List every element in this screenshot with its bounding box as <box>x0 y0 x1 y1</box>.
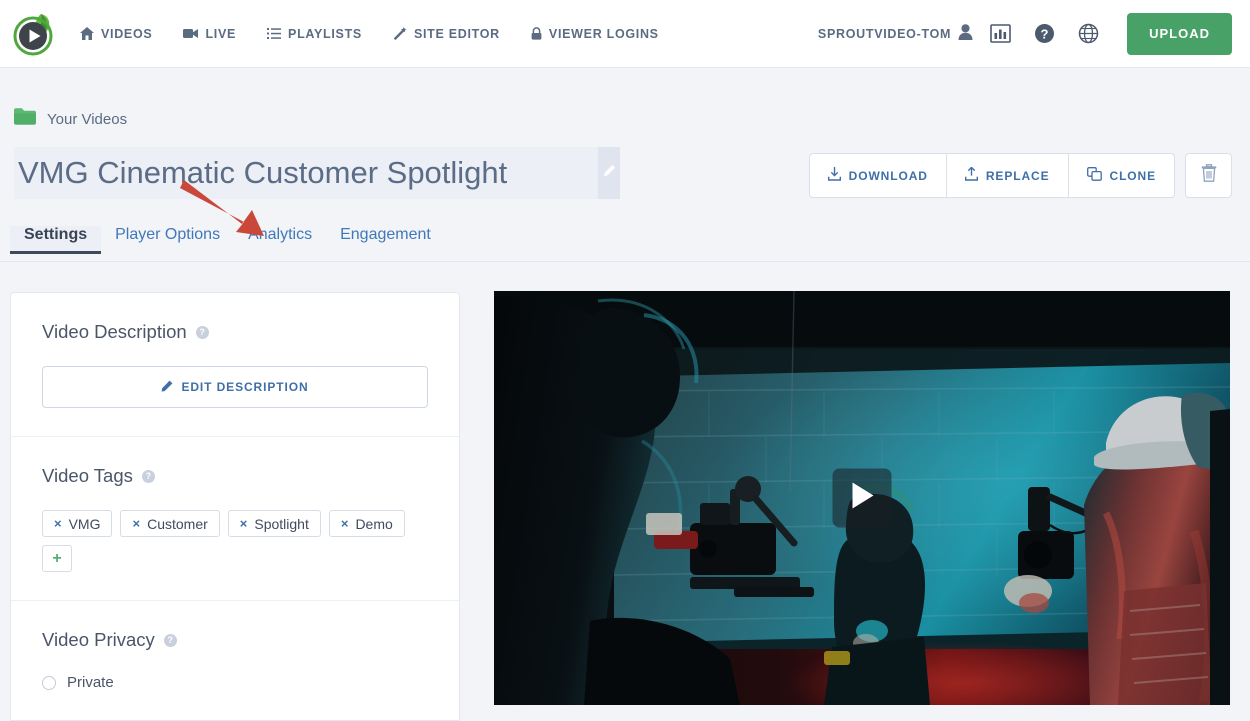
tag-chip[interactable]: × VMG <box>42 510 113 537</box>
nav-item-live-label: Live <box>205 26 237 41</box>
add-tag-button[interactable]: + <box>42 545 72 572</box>
tab-player-options[interactable]: Player Options <box>101 226 234 254</box>
video-tags-title: Video Tags <box>42 465 133 486</box>
video-privacy-title: Video Privacy <box>42 629 155 650</box>
video-description-section: Video Description ? Edit Description <box>11 293 459 437</box>
tab-engagement[interactable]: Engagement <box>326 226 445 254</box>
analytics-bar-chart-icon[interactable] <box>983 17 1017 51</box>
pencil-icon <box>603 164 616 182</box>
remove-tag-icon[interactable]: × <box>341 516 349 531</box>
magic-wand-icon <box>393 27 407 40</box>
title-edit-button[interactable] <box>598 147 620 199</box>
home-icon <box>80 27 94 40</box>
nav-item-site-editor-label: Site Editor <box>413 26 500 41</box>
privacy-option-label: Private <box>67 674 114 691</box>
play-button[interactable] <box>832 468 892 528</box>
radio-button[interactable] <box>42 675 56 690</box>
upload-button[interactable]: Upload <box>1127 12 1232 55</box>
settings-tab-bar: Settings Player Options Analytics Engage… <box>0 226 1250 262</box>
tag-chip[interactable]: × Demo <box>328 510 405 537</box>
video-camera-icon <box>183 28 199 39</box>
replace-button[interactable]: Replace <box>946 153 1069 198</box>
video-tag-list: × VMG × Customer × Spotlight × Demo + <box>42 510 428 572</box>
copy-icon <box>1086 167 1102 184</box>
delete-button[interactable] <box>1185 153 1232 198</box>
nav-item-playlists-label: Playlists <box>288 26 362 41</box>
tag-label: Demo <box>355 515 393 532</box>
play-triangle-icon <box>849 482 875 515</box>
lock-icon <box>531 27 542 40</box>
action-button-group: Download Replace Clone <box>808 153 1175 198</box>
account-menu[interactable]: SPROUTVIDEO-TOM <box>818 24 973 43</box>
clone-button-label: Clone <box>1109 168 1156 183</box>
help-question-icon[interactable]: ? <box>163 633 177 647</box>
video-privacy-section: Video Privacy ? Private <box>11 601 459 719</box>
video-description-header: Video Description ? <box>42 321 428 343</box>
download-arrow-icon <box>827 167 841 184</box>
video-title-field[interactable]: VMG Cinematic Customer Spotlight <box>14 147 598 199</box>
breadcrumb-label: Your Videos <box>47 110 128 128</box>
edit-description-label: Edit Description <box>181 380 309 394</box>
tag-label: Customer <box>147 515 208 532</box>
help-question-icon[interactable]: ? <box>141 469 155 483</box>
nav-item-videos[interactable]: Videos <box>80 27 152 41</box>
globe-icon[interactable] <box>1071 17 1105 51</box>
remove-tag-icon[interactable]: × <box>240 516 248 531</box>
nav-item-playlists[interactable]: Playlists <box>267 27 362 41</box>
list-icon <box>267 28 282 39</box>
trash-icon <box>1201 164 1217 187</box>
upload-arrow-icon <box>964 166 978 184</box>
tag-chip[interactable]: × Customer <box>120 510 220 537</box>
download-button-label: Download <box>848 168 928 183</box>
nav-item-videos-label: Videos <box>101 26 153 41</box>
tag-label: VMG <box>68 515 101 532</box>
video-tags-header: Video Tags ? <box>42 465 428 487</box>
remove-tag-icon[interactable]: × <box>54 516 62 531</box>
svg-text:?: ? <box>1040 26 1048 41</box>
nav-item-live[interactable]: Live <box>183 27 236 41</box>
tag-label: Spotlight <box>254 515 309 532</box>
nav-item-viewer-logins[interactable]: Viewer Logins <box>531 27 659 41</box>
download-button[interactable]: Download <box>808 153 947 198</box>
settings-panel: Video Description ? Edit Description Vid… <box>10 292 460 721</box>
privacy-option-private[interactable]: Private <box>42 674 428 691</box>
sproutvideo-logo[interactable] <box>4 0 66 68</box>
video-action-buttons: Download Replace Clone <box>808 153 1232 198</box>
video-description-title: Video Description <box>42 321 187 342</box>
nav-item-viewer-logins-label: Viewer Logins <box>548 26 659 41</box>
pencil-icon <box>161 380 173 395</box>
remove-tag-icon[interactable]: × <box>132 516 140 531</box>
video-preview-player[interactable] <box>494 291 1230 705</box>
nav-item-site-editor[interactable]: Site Editor <box>393 27 500 41</box>
help-question-icon[interactable]: ? <box>1027 17 1061 51</box>
edit-description-button[interactable]: Edit Description <box>42 366 428 408</box>
page-title: VMG Cinematic Customer Spotlight <box>18 155 508 190</box>
folder-icon <box>14 108 36 130</box>
user-icon <box>958 24 973 43</box>
account-label: SPROUTVIDEO-TOM <box>817 26 952 41</box>
help-question-icon[interactable]: ? <box>195 325 209 339</box>
main-navigation: Videos Live Playlists Site Editor Viewer… <box>80 27 690 41</box>
clone-button[interactable]: Clone <box>1068 153 1175 198</box>
top-navigation-bar: Videos Live Playlists Site Editor Viewer… <box>0 0 1250 68</box>
video-title-row: VMG Cinematic Customer Spotlight <box>14 147 620 199</box>
tab-analytics[interactable]: Analytics <box>234 226 326 254</box>
video-privacy-header: Video Privacy ? <box>42 629 428 651</box>
tab-settings[interactable]: Settings <box>10 226 102 254</box>
video-tags-section: Video Tags ? × VMG × Customer × Spotligh… <box>11 437 459 601</box>
replace-button-label: Replace <box>985 168 1050 183</box>
header-right-cluster: SPROUTVIDEO-TOM ? UPLOAD <box>818 12 1250 55</box>
tag-chip[interactable]: × Spotlight <box>227 510 321 537</box>
breadcrumb[interactable]: Your Videos <box>14 108 127 130</box>
